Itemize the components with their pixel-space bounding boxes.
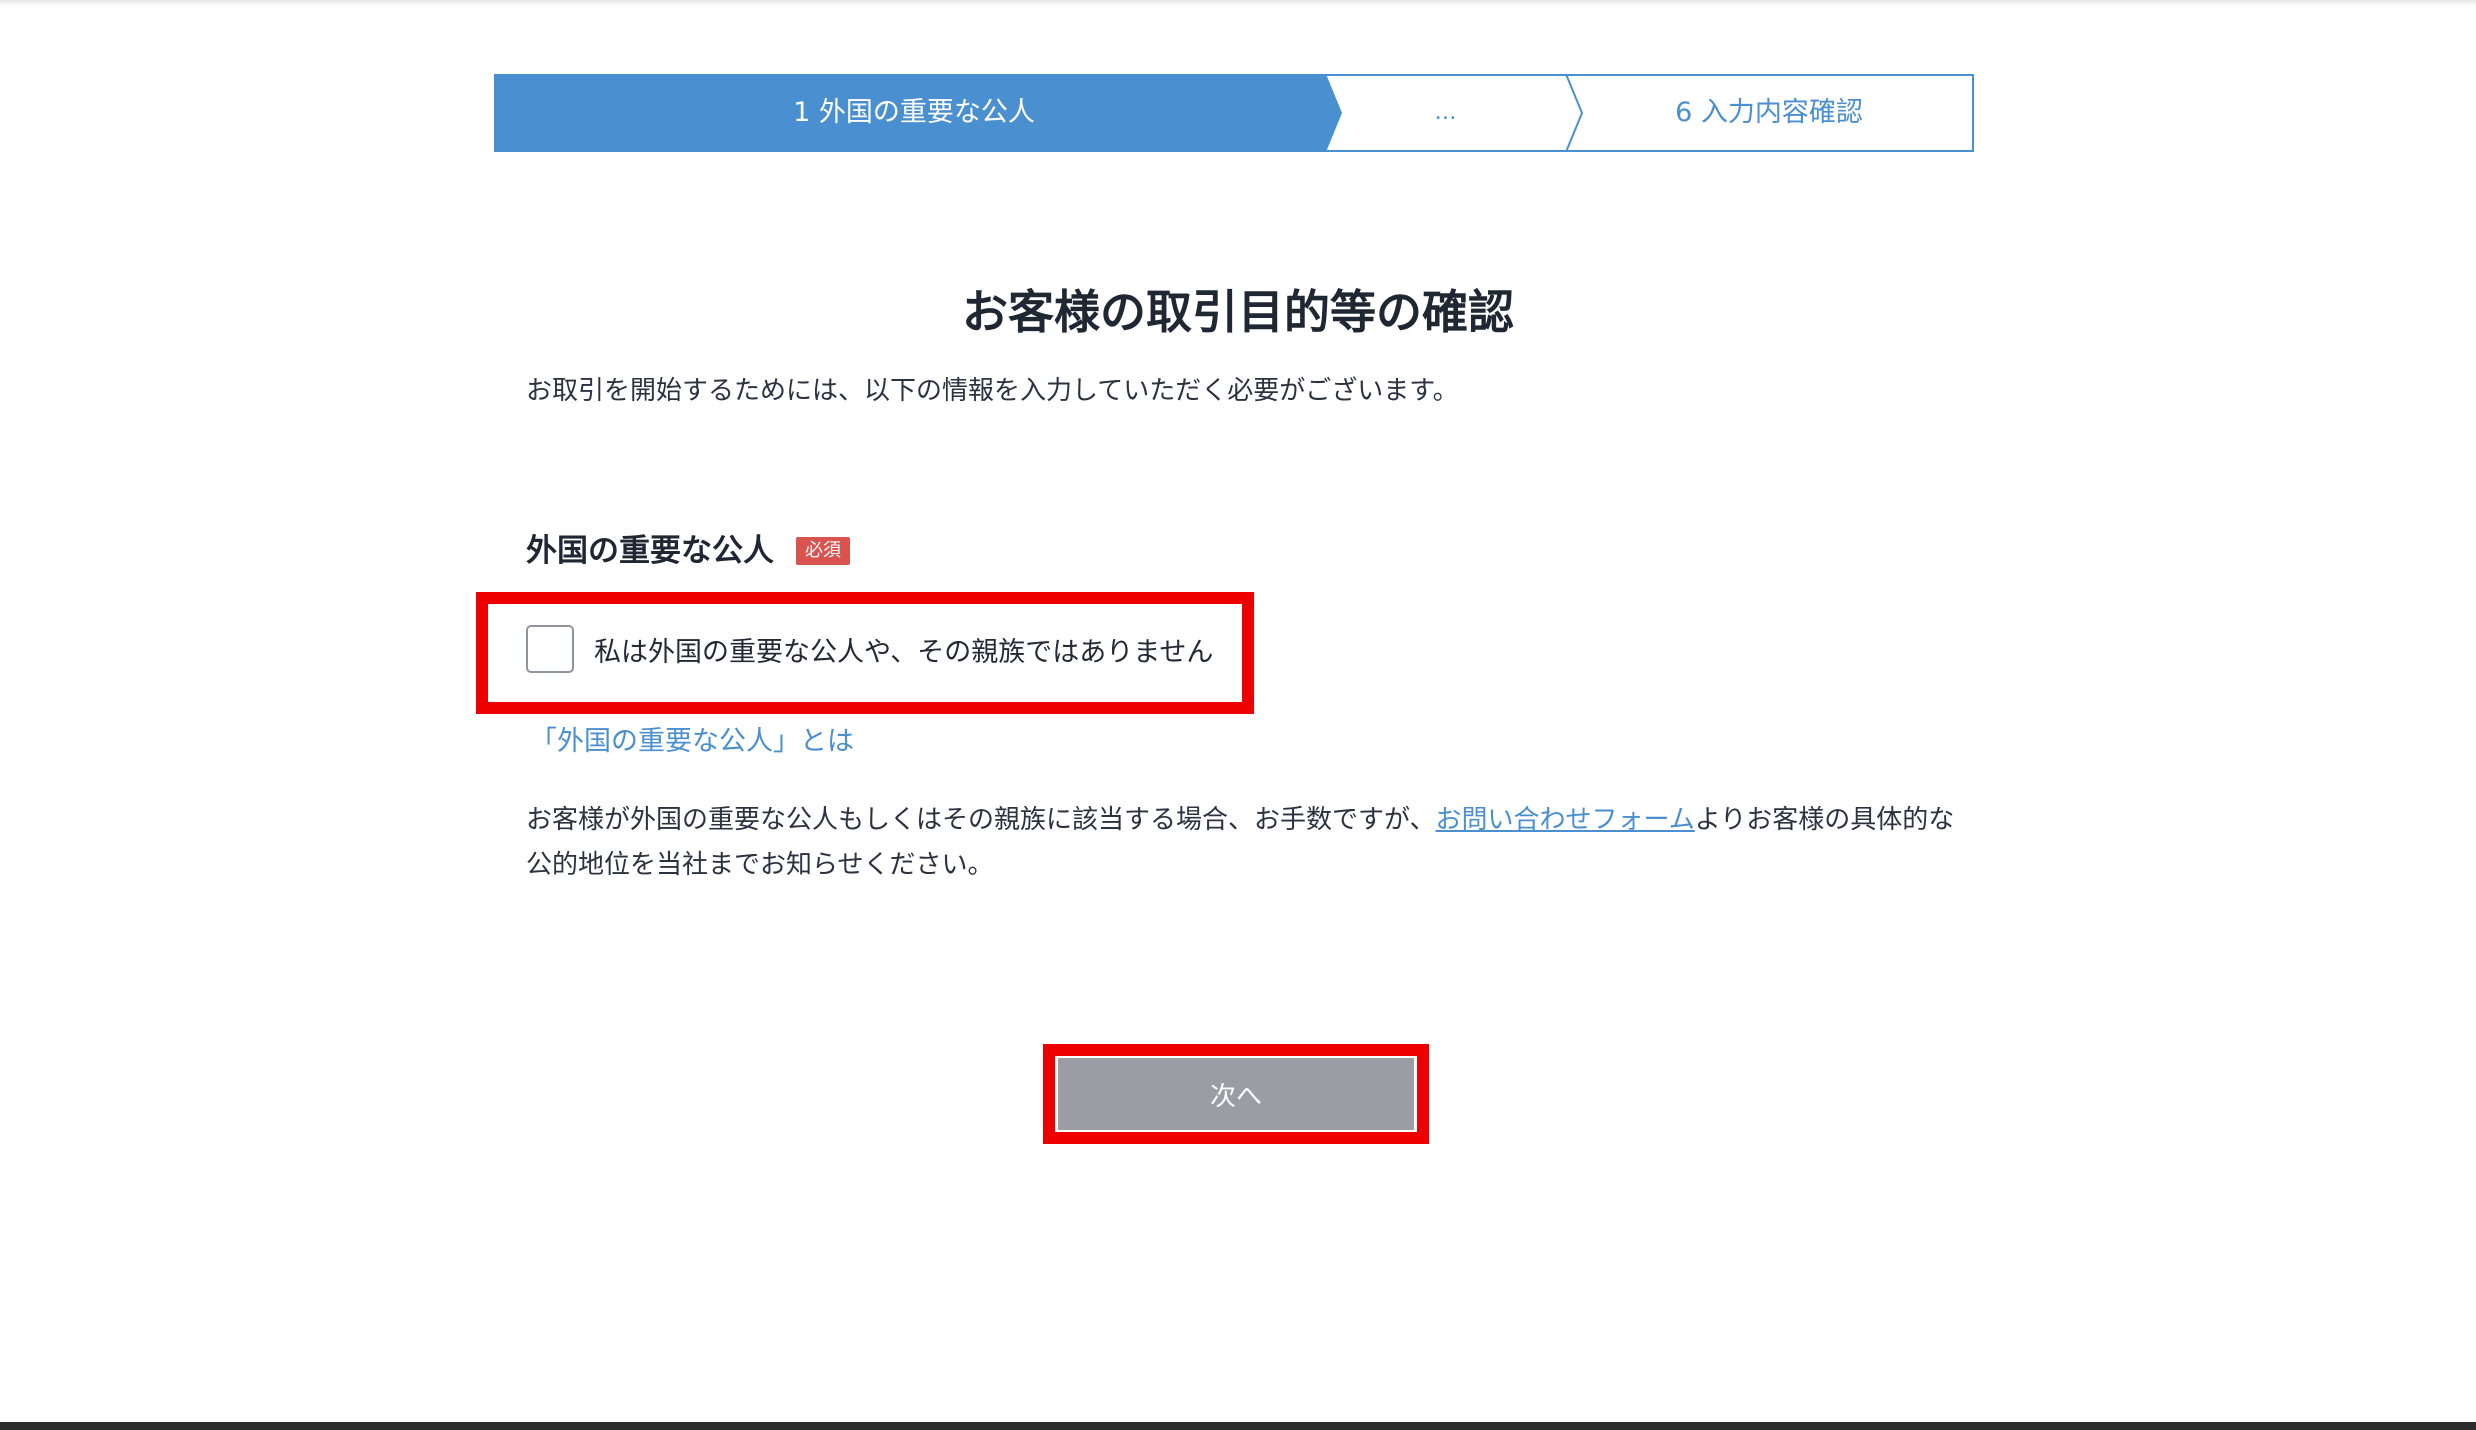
- window-top-edge: [0, 0, 2476, 6]
- section-heading: 外国の重要な公人: [526, 533, 774, 569]
- notice-text-before: お客様が外国の重要な公人もしくはその親族に該当する場合、お手数ですが、: [526, 805, 1436, 835]
- pep-notice-text: お客様が外国の重要な公人もしくはその親族に該当する場合、お手数ですが、お問い合わ…: [526, 798, 1956, 888]
- step-3-label: 6 入力内容確認: [1675, 97, 1863, 128]
- required-badge: 必須: [796, 537, 850, 565]
- pep-declaration-checkbox[interactable]: [526, 625, 574, 673]
- pep-declaration-row[interactable]: 私は外国の重要な公人や、その親族ではありません: [526, 622, 1213, 676]
- progress-stepper: 1 外国の重要な公人 … 6 入力内容確認: [494, 74, 1974, 152]
- pep-declaration-label[interactable]: 私は外国の重要な公人や、その親族ではありません: [594, 630, 1213, 669]
- intro-text: お取引を開始するためには、以下の情報を入力していただく必要がございます。: [526, 376, 1459, 406]
- step-1-label: 1 外国の重要な公人: [793, 97, 1035, 128]
- next-button[interactable]: 次へ: [1058, 1058, 1414, 1130]
- what-is-pep-link[interactable]: 「外国の重要な公人」とは: [530, 722, 854, 762]
- contact-form-link[interactable]: お問い合わせフォーム: [1435, 805, 1694, 835]
- window-bottom-edge: [0, 1422, 2476, 1430]
- page-title: お客様の取引目的等の確認: [962, 285, 1514, 339]
- step-2-label: …: [1434, 100, 1459, 125]
